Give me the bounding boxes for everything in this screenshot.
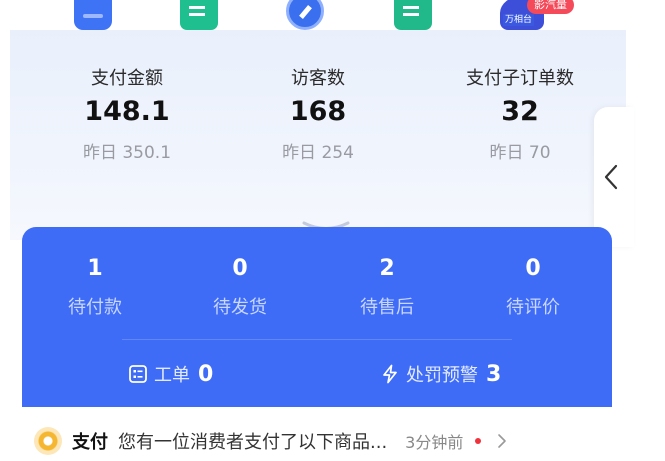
notice-type: 支付 bbox=[72, 432, 108, 453]
order-label: 待付款 bbox=[68, 297, 122, 318]
divider bbox=[122, 339, 512, 340]
edit-document-icon[interactable] bbox=[394, 0, 432, 30]
order-pending-payment[interactable]: 1 待付款 bbox=[35, 255, 155, 321]
compass-icon[interactable] bbox=[286, 0, 324, 30]
ticket-count: 0 bbox=[198, 361, 214, 387]
shortcut-icon-row: 万相台 影汽量 bbox=[0, 0, 665, 30]
order-label: 待售后 bbox=[360, 297, 414, 318]
stat-label: 访客数 bbox=[291, 68, 345, 89]
order-label: 待发货 bbox=[213, 297, 267, 318]
order-pending-shipment[interactable]: 0 待发货 bbox=[180, 255, 300, 321]
unread-dot bbox=[475, 438, 482, 444]
stat-value: 32 bbox=[501, 96, 539, 127]
stat-payment-amount[interactable]: 支付金额 148.1 昨日 350.1 bbox=[37, 66, 217, 166]
stat-label: 支付金额 bbox=[91, 68, 163, 89]
lightning-bolt-icon bbox=[383, 364, 397, 384]
order-pending-review[interactable]: 0 待评价 bbox=[473, 255, 593, 321]
stat-value: 148.1 bbox=[84, 96, 170, 127]
stat-value: 168 bbox=[289, 96, 347, 127]
ticket-list-icon bbox=[129, 365, 147, 383]
chevron-left-icon bbox=[604, 164, 618, 190]
ticket-link[interactable]: 工单 0 bbox=[128, 361, 213, 387]
side-collapse-tab[interactable] bbox=[594, 107, 634, 247]
stat-visitors[interactable]: 访客数 168 昨日 254 bbox=[228, 66, 408, 166]
today-stats-card: 支付金额 148.1 昨日 350.1 访客数 168 昨日 254 支付子订单… bbox=[10, 30, 626, 240]
shopping-bag-icon[interactable] bbox=[74, 0, 112, 30]
order-count: 1 bbox=[87, 256, 103, 281]
notice-time: 3分钟前 bbox=[405, 433, 464, 452]
ticket-label: 工单 bbox=[154, 365, 190, 386]
coin-icon bbox=[34, 427, 62, 455]
orders-panel: 1 待付款 0 待发货 2 待售后 0 待评价 工单 0 处罚预警 3 bbox=[22, 227, 612, 407]
workbench-badge: 影汽量 bbox=[527, 0, 574, 14]
chevron-right-icon bbox=[498, 434, 507, 448]
order-label: 待评价 bbox=[506, 297, 560, 318]
penalty-count: 3 bbox=[486, 361, 502, 387]
notice-text: 您有一位消费者支付了以下商品... bbox=[118, 432, 388, 453]
document-icon[interactable] bbox=[180, 0, 218, 30]
stat-label: 支付子订单数 bbox=[466, 68, 574, 89]
order-count: 0 bbox=[232, 256, 248, 281]
penalty-warning-link[interactable]: 处罚预警 3 bbox=[380, 361, 501, 387]
notification-bar[interactable]: 支付 您有一位消费者支付了以下商品... 3分钟前 bbox=[34, 421, 614, 461]
penalty-label: 处罚预警 bbox=[406, 365, 478, 386]
stat-yesterday: 昨日 350.1 bbox=[82, 143, 172, 163]
stat-yesterday: 昨日 254 bbox=[282, 143, 354, 163]
workbench-label: 万相台 bbox=[503, 14, 535, 26]
order-count: 2 bbox=[379, 256, 395, 281]
stat-yesterday: 昨日 70 bbox=[489, 143, 551, 163]
stat-paid-suborders[interactable]: 支付子订单数 32 昨日 70 bbox=[430, 66, 610, 166]
order-count: 0 bbox=[525, 256, 541, 281]
order-pending-aftersales[interactable]: 2 待售后 bbox=[327, 255, 447, 321]
